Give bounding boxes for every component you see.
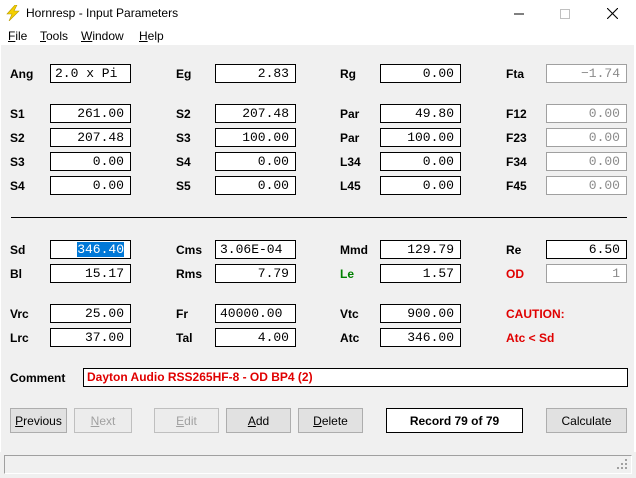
previous-button[interactable]: Previous <box>10 408 67 433</box>
label-s1: S1 <box>10 107 25 121</box>
field-rg[interactable]: 0.00 <box>380 64 461 83</box>
field-par-2[interactable]: 100.00 <box>380 128 461 147</box>
label-eg: Eg <box>176 67 192 81</box>
calculate-button[interactable]: Calculate <box>546 408 627 433</box>
label-mmd: Mmd <box>340 243 368 257</box>
field-sd-selected-text: 346.40 <box>77 242 124 257</box>
close-button[interactable] <box>589 0 635 27</box>
field-par-1[interactable]: 49.80 <box>380 104 461 123</box>
caution-message: Atc < Sd <box>506 331 555 345</box>
label-vrc: Vrc <box>10 307 29 321</box>
minimize-icon <box>514 13 524 14</box>
menu-window[interactable]: Window <box>81 29 124 43</box>
field-vrc[interactable]: 25.00 <box>50 304 131 323</box>
label-par-1: Par <box>340 107 360 121</box>
field-s1[interactable]: 261.00 <box>50 104 131 123</box>
label-cms: Cms <box>176 243 203 257</box>
status-bar <box>4 455 632 474</box>
label-s3: S3 <box>10 155 25 169</box>
field-vtc[interactable]: 900.00 <box>380 304 461 323</box>
field-eg[interactable]: 2.83 <box>215 64 296 83</box>
field-od: 1 <box>546 264 627 283</box>
field-bl[interactable]: 15.17 <box>50 264 131 283</box>
label-fr: Fr <box>176 307 188 321</box>
label-f12: F12 <box>506 107 527 121</box>
label-s5: S5 <box>176 179 191 193</box>
label-le[interactable]: Le <box>340 267 354 281</box>
field-l34[interactable]: 0.00 <box>380 152 461 171</box>
field-s4[interactable]: 0.00 <box>50 176 131 195</box>
label-bl: Bl <box>10 267 22 281</box>
comment-field[interactable]: Dayton Audio RSS265HF-8 - OD BP4 (2) <box>83 368 628 387</box>
label-s2: S2 <box>10 131 25 145</box>
caution-title: CAUTION: <box>506 307 565 321</box>
field-tal[interactable]: 4.00 <box>215 328 296 347</box>
window-title: Hornresp - Input Parameters <box>26 6 179 20</box>
label-sd: Sd <box>10 243 26 257</box>
menu-tools[interactable]: Tools <box>40 29 68 43</box>
field-l45[interactable]: 0.00 <box>380 176 461 195</box>
minimize-button[interactable] <box>496 0 542 27</box>
label-par-2: Par <box>340 131 360 145</box>
label-f23: F23 <box>506 131 527 145</box>
field-mmd[interactable]: 129.79 <box>380 240 461 259</box>
field-s4-top[interactable]: 0.00 <box>215 152 296 171</box>
label-l45: L45 <box>340 179 361 193</box>
label-s3-top: S3 <box>176 131 191 145</box>
field-s2[interactable]: 207.48 <box>50 128 131 147</box>
edit-button: Edit <box>154 408 219 433</box>
label-rg: Rg <box>340 67 356 81</box>
resize-grip-icon[interactable] <box>616 458 628 470</box>
label-vtc: Vtc <box>340 307 359 321</box>
menu-bar: File Tools Window Help <box>0 27 636 45</box>
label-od: OD <box>506 267 524 281</box>
maximize-button[interactable] <box>542 0 588 27</box>
field-fr[interactable]: 40000.00 <box>215 304 296 323</box>
label-s2-top: S2 <box>176 107 191 121</box>
field-f45: 0.00 <box>546 176 627 195</box>
menu-file[interactable]: File <box>8 29 27 43</box>
field-s2-top[interactable]: 207.48 <box>215 104 296 123</box>
label-f34: F34 <box>506 155 527 169</box>
record-indicator: Record 79 of 79 <box>386 408 523 433</box>
field-re[interactable]: 6.50 <box>546 240 627 259</box>
field-sd[interactable]: 346.40 <box>50 240 131 259</box>
label-atc: Atc <box>340 331 360 345</box>
field-cms[interactable]: 3.06E-04 <box>215 240 296 259</box>
section-divider <box>11 217 627 218</box>
label-f45: F45 <box>506 179 527 193</box>
next-button: Next <box>74 408 132 433</box>
field-s5[interactable]: 0.00 <box>215 176 296 195</box>
field-lrc[interactable]: 37.00 <box>50 328 131 347</box>
field-f12: 0.00 <box>546 104 627 123</box>
input-parameters-panel: Ang 2.0 x Pi Eg 2.83 Rg 0.00 Fta −1.74 S… <box>1 45 634 452</box>
field-f34: 0.00 <box>546 152 627 171</box>
field-s3-top[interactable]: 100.00 <box>215 128 296 147</box>
label-s4: S4 <box>10 179 25 193</box>
delete-button[interactable]: Delete <box>298 408 363 433</box>
label-rms: Rms <box>176 267 203 281</box>
close-icon <box>606 8 618 19</box>
field-rms[interactable]: 7.79 <box>215 264 296 283</box>
field-s3[interactable]: 0.00 <box>50 152 131 171</box>
label-s4-top: S4 <box>176 155 191 169</box>
field-atc[interactable]: 346.00 <box>380 328 461 347</box>
label-fta: Fta <box>506 67 524 81</box>
maximize-icon <box>560 8 570 19</box>
field-fta: −1.74 <box>546 64 627 83</box>
label-lrc: Lrc <box>10 331 29 345</box>
label-l34: L34 <box>340 155 361 169</box>
field-f23: 0.00 <box>546 128 627 147</box>
title-bar: Hornresp - Input Parameters <box>0 0 636 27</box>
label-ang: Ang <box>10 67 34 81</box>
label-re: Re <box>506 243 522 257</box>
field-le[interactable]: 1.57 <box>380 264 461 283</box>
field-ang[interactable]: 2.0 x Pi <box>50 64 131 83</box>
lightning-bolt-icon <box>6 5 20 21</box>
label-comment: Comment <box>10 371 66 385</box>
menu-help[interactable]: Help <box>139 29 164 43</box>
label-tal: Tal <box>176 331 193 345</box>
add-button[interactable]: Add <box>226 408 291 433</box>
